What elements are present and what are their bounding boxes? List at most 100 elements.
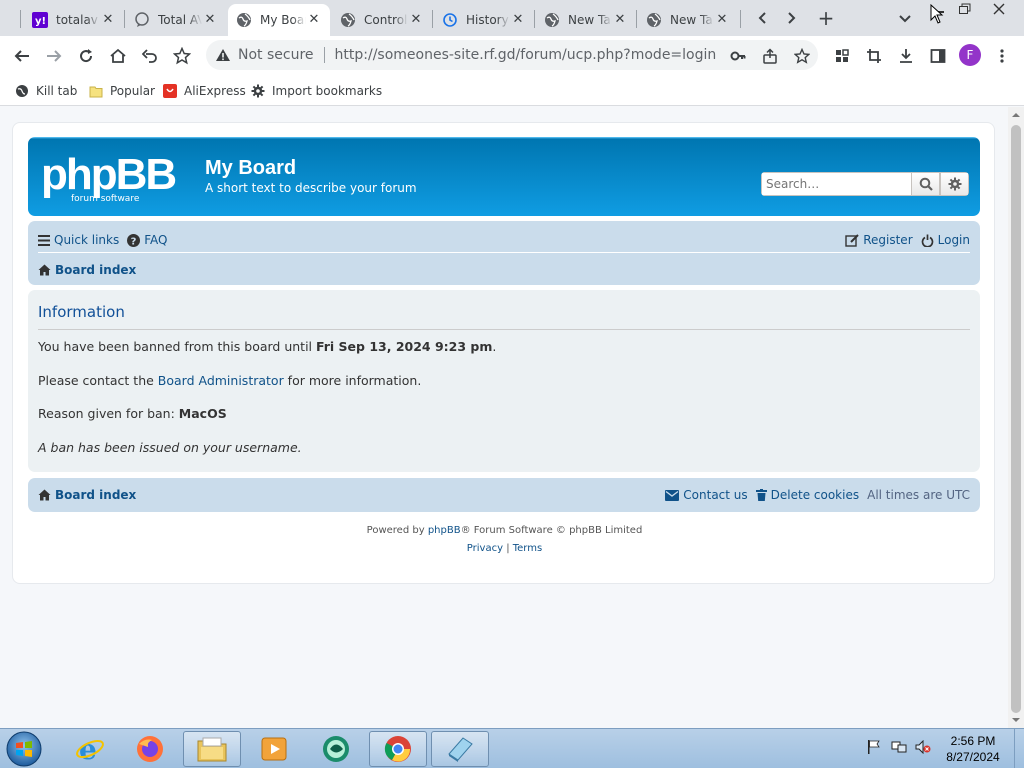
url-text[interactable]: http://someones-site.rf.gd/forum/ucp.php…	[335, 47, 717, 63]
bookmark-label: Import bookmarks	[272, 84, 383, 98]
bookmark-import[interactable]: Import bookmarks	[250, 82, 382, 100]
mouse-cursor-icon	[930, 4, 944, 24]
bookmarks-bar: Kill tab Popular AliExpress Import bookm…	[0, 76, 1024, 106]
tab-scroll-right-button[interactable]	[779, 6, 803, 30]
restore-button[interactable]	[954, 0, 976, 18]
tab-totalav[interactable]: y! totalav ✕	[24, 4, 124, 36]
board-administrator-link[interactable]: Board Administrator	[158, 373, 284, 388]
extensions-button[interactable]	[828, 42, 856, 70]
tab-close-icon[interactable]: ✕	[612, 12, 628, 28]
scroll-up-icon[interactable]	[1012, 111, 1020, 119]
forward-button[interactable]	[40, 42, 68, 70]
share-icon[interactable]	[760, 46, 780, 66]
footer-links: Privacy | Terms	[13, 543, 996, 554]
volume-muted-icon[interactable]	[915, 739, 931, 755]
menu-button[interactable]	[988, 42, 1016, 70]
delete-cookies-link[interactable]: Delete cookies	[755, 488, 859, 502]
new-tab-button[interactable]: +	[814, 6, 838, 30]
tab-title: totalav	[56, 13, 98, 27]
tab-close-icon[interactable]: ✕	[306, 12, 322, 28]
nav-divider	[38, 252, 970, 253]
svg-text:?: ?	[131, 236, 137, 247]
start-button[interactable]	[2, 730, 46, 768]
undo-button[interactable]	[136, 42, 164, 70]
site-title[interactable]: My Board	[205, 157, 296, 180]
star-icon[interactable]	[792, 46, 812, 66]
network-icon[interactable]	[891, 739, 907, 755]
side-panel-button[interactable]	[924, 42, 952, 70]
reload-button[interactable]	[72, 42, 100, 70]
bookmark-aliexpress[interactable]: AliExpress	[162, 82, 246, 100]
taskbar-internet-explorer[interactable]: e	[61, 731, 119, 767]
globe-icon	[544, 12, 560, 28]
tab-strip: y! totalav ✕ Total AV ✕ My Board ✕ Contr…	[0, 0, 1024, 36]
back-button[interactable]	[8, 42, 36, 70]
window-close-button[interactable]	[980, 0, 1018, 18]
taskbar-clock[interactable]: 2:56 PM 8/27/2024	[938, 733, 1008, 765]
tab-title: Control Panel	[364, 13, 408, 27]
download-button[interactable]	[892, 42, 920, 70]
crop-button[interactable]	[860, 42, 888, 70]
taskbar-firefox[interactable]	[121, 731, 179, 767]
tab-history[interactable]: History ✕	[434, 4, 534, 36]
bookmark-star-button[interactable]	[168, 42, 196, 70]
scroll-down-icon[interactable]	[1012, 716, 1020, 724]
address-bar[interactable]: Not secure http://someones-site.rf.gd/fo…	[206, 40, 818, 70]
login-link[interactable]: Login	[921, 233, 970, 247]
tab-scroll-left-button[interactable]	[751, 6, 775, 30]
home-button[interactable]	[104, 42, 132, 70]
profile-avatar[interactable]: F	[959, 44, 981, 66]
tab-control-panel[interactable]: Control Panel ✕	[332, 4, 432, 36]
ban-message: You have been banned from this board unt…	[38, 339, 496, 354]
advanced-search-button[interactable]	[940, 172, 969, 196]
bookmark-popular[interactable]: Popular	[88, 82, 155, 100]
quick-links-label: Quick links	[54, 233, 120, 247]
search-input[interactable]	[761, 172, 911, 196]
action-center-flag-icon[interactable]	[866, 739, 882, 755]
terms-link[interactable]: Terms	[513, 543, 542, 554]
tab-my-board[interactable]: My Board ✕	[228, 4, 330, 36]
tab-new-tab[interactable]: New Tab ✕	[536, 4, 636, 36]
taskbar-green-app[interactable]	[307, 731, 365, 767]
chat-bubble-icon	[134, 12, 150, 28]
internet-explorer-icon: e	[76, 734, 104, 764]
faq-link[interactable]: ? FAQ	[127, 233, 167, 247]
warning-icon[interactable]	[214, 46, 232, 64]
footer-board-index-link[interactable]: Board index	[38, 488, 136, 502]
register-link[interactable]: Register	[845, 233, 913, 247]
tab-search-button[interactable]	[893, 6, 917, 30]
copyright-line: Powered by phpBB® Forum Software © phpBB…	[13, 525, 996, 536]
tab-close-icon[interactable]: ✕	[202, 12, 218, 28]
nav-top-row: Quick links ? FAQ Register Login	[38, 229, 970, 251]
chevron-right-icon	[788, 12, 796, 24]
search-button[interactable]	[911, 172, 940, 196]
tab-new-tab[interactable]: New Tab ✕	[638, 4, 738, 36]
aliexpress-icon	[162, 83, 178, 99]
tab-close-icon[interactable]: ✕	[408, 12, 424, 28]
taskbar-media-player[interactable]	[245, 731, 303, 767]
information-panel: Information You have been banned from th…	[28, 290, 980, 472]
tab-close-icon[interactable]: ✕	[100, 12, 116, 28]
forum-header: phpBB forum software My Board A short te…	[28, 137, 980, 216]
phpbb-link[interactable]: phpBB	[428, 525, 461, 536]
tab-total-av[interactable]: Total AV ✕	[126, 4, 226, 36]
logo-wordmark: phpBB	[41, 151, 175, 199]
scrollbar-thumb[interactable]	[1011, 125, 1021, 713]
contact-us-link[interactable]: Contact us	[665, 488, 748, 502]
phpbb-logo[interactable]: phpBB forum software	[41, 150, 193, 206]
quick-links-menu[interactable]: Quick links	[38, 233, 119, 247]
security-label[interactable]: Not secure	[238, 47, 314, 63]
envelope-icon	[665, 489, 680, 501]
tab-title: New Tab	[670, 13, 714, 27]
taskbar-file-explorer[interactable]	[183, 731, 241, 767]
taskbar-notepad[interactable]	[431, 731, 489, 767]
tab-close-icon[interactable]: ✕	[510, 12, 526, 28]
bookmark-kill-tab[interactable]: Kill tab	[14, 82, 77, 100]
tab-close-icon[interactable]: ✕	[714, 12, 730, 28]
key-icon[interactable]	[728, 46, 748, 66]
board-index-link[interactable]: Board index	[38, 263, 136, 277]
taskbar-chrome[interactable]	[369, 731, 427, 767]
page-scrollbar[interactable]	[1008, 107, 1024, 728]
privacy-link[interactable]: Privacy	[467, 543, 503, 554]
show-desktop-button[interactable]	[1014, 729, 1024, 768]
